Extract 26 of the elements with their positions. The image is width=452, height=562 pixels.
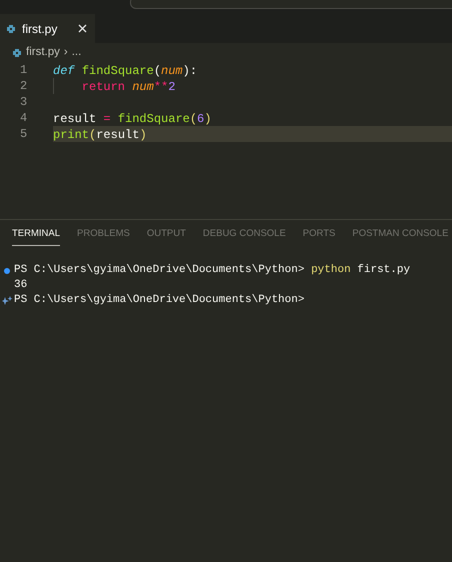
- line-number: 4: [19, 110, 28, 127]
- python-file-icon: [6, 24, 16, 34]
- panel-tab[interactable]: DEBUG CONSOLE: [202, 224, 286, 246]
- panel-tab[interactable]: PORTS: [302, 224, 336, 246]
- panel-tab[interactable]: POSTMAN CONSOLE: [352, 224, 448, 246]
- panel-tab[interactable]: OUTPUT: [146, 224, 186, 246]
- panel-tab[interactable]: TERMINAL: [12, 224, 60, 246]
- code-line: result = findSquare(6): [53, 111, 212, 126]
- line-number: 5: [19, 126, 28, 143]
- breadcrumb-separator: ›: [64, 45, 68, 60]
- editor-tab[interactable]: first.py: [0, 14, 95, 43]
- line-number: 1: [19, 62, 28, 79]
- python-file-icon: [12, 48, 22, 58]
- panel-tab[interactable]: PROBLEMS: [77, 224, 130, 246]
- breadcrumb-item[interactable]: ...: [72, 44, 82, 62]
- code-line: return num**2: [53, 78, 452, 94]
- sparkle-icon[interactable]: [2, 296, 12, 306]
- command-success-dot-icon[interactable]: [4, 268, 10, 274]
- line-number: 2: [19, 78, 28, 95]
- terminal-line: PS C:\Users\gyima\OneDrive\Documents\Python>: [14, 293, 304, 308]
- breadcrumb-item[interactable]: first.py: [26, 44, 60, 62]
- line-number: 3: [19, 94, 28, 111]
- close-icon[interactable]: [78, 24, 87, 33]
- terminal-line: 36: [14, 278, 28, 294]
- terminal-line: PS C:\Users\gyima\OneDrive\Documents\Python> python first.py: [14, 263, 410, 278]
- code-line: def findSquare(num):: [53, 63, 198, 78]
